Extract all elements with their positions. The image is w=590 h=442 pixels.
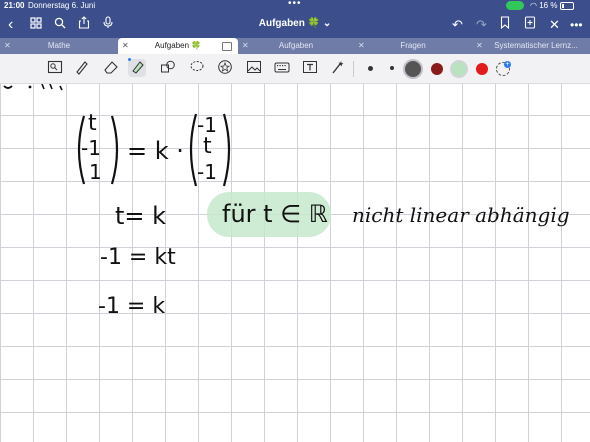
conclusion-text: nicht linear abhängig [352,203,570,227]
tab-close-icon[interactable]: ✕ [476,38,483,54]
tab-label: Aufgaben [278,41,314,50]
equation-line-1: t= k [115,202,167,230]
bookmark-icon[interactable] [500,16,510,34]
call-indicator-icon [506,1,524,10]
window-icon[interactable] [222,42,232,51]
color-green-swatch[interactable] [452,62,466,76]
shapes-icon[interactable] [159,59,177,77]
lasso-icon[interactable] [188,59,206,77]
condition-note: für t ∈ ℝ [222,200,328,228]
more-icon[interactable]: ••• [570,16,583,34]
clover-icon: 🍀 [307,18,321,29]
chevron-left-icon[interactable]: ‹ [8,16,13,34]
matrix-right-entry: -1 [197,113,217,137]
status-bar: 21:00 Donnerstag 6. Juni ••• ◠ 16 % [0,0,590,12]
document-title[interactable]: Aufgaben 🍀 ⌄ [240,18,350,29]
tab-close-icon[interactable]: ✕ [242,38,249,54]
status-date: Donnerstag 6. Juni [28,1,96,10]
equation-line-2: -1 = kt [100,245,176,270]
tab-bar: ✕ Mathe ✕ Aufgaben 🍀 ✕ Aufgaben ✕ Fragen… [0,38,590,54]
tab-fragen[interactable]: ✕ Fragen [354,38,472,54]
size-small-dot[interactable] [368,66,373,71]
multitask-dots-icon[interactable]: ••• [288,0,302,9]
tab-aufgaben[interactable]: ✕ Aufgaben [238,38,354,54]
undo-icon[interactable]: ↶ [452,16,463,34]
tab-systematischer-lernz[interactable]: ✕ Systematischer Lernz... [472,38,590,54]
chevron-down-icon: ⌄ [322,18,332,29]
keyboard-icon[interactable] [273,59,291,77]
equals-k: = k · [127,137,184,165]
grid-icon[interactable] [30,16,42,34]
highlighter-icon[interactable] [128,59,146,77]
drawing-toolbar: + [0,54,590,84]
matrix-left-entry: 1 [89,160,102,184]
tab-close-icon[interactable]: ✕ [122,38,129,54]
pen-icon[interactable] [73,59,91,77]
search-icon[interactable] [54,16,66,34]
tab-mathe[interactable]: ✕ Mathe [0,38,118,54]
share-icon[interactable] [78,16,90,34]
status-right: ◠ 16 % [530,1,588,10]
matrix-left-entry: t [88,111,97,136]
battery-percent: 16 % [539,1,558,10]
add-color-plus-icon[interactable]: + [504,61,511,68]
tab-label: Mathe [47,41,71,50]
tab-aufgaben-active[interactable]: ✕ Aufgaben 🍀 [118,38,238,54]
partial-handwriting [3,84,63,91]
image-icon[interactable] [245,59,263,77]
laser-pointer-icon[interactable] [329,59,347,77]
tab-label: Fragen [400,41,426,50]
status-time: 21:00 [4,1,25,10]
microphone-icon[interactable] [102,16,114,34]
eraser-icon[interactable] [102,59,120,77]
document-title-text: Aufgaben [258,18,305,29]
redo-icon[interactable]: ↷ [476,16,487,34]
color-gray-swatch[interactable] [405,61,421,77]
equation-line-3: -1 = k [98,294,166,319]
tab-close-icon[interactable]: ✕ [358,38,365,54]
size-tiny-dot[interactable] [390,66,394,70]
matrix-right-entry: t [203,134,212,159]
color-red-swatch[interactable] [476,63,488,75]
note-canvas[interactable]: t -1 1 = k · -1 t -1 t= k für t ∈ ℝ nich… [0,84,590,442]
matrix-left-entry: -1 [81,136,101,160]
lasso-image-icon[interactable] [46,59,64,77]
text-box-icon[interactable] [301,59,319,77]
top-toolbar: ‹ Aufgaben 🍀 ⌄ ↶ ↷ ✕ ••• [0,12,590,38]
sticker-icon[interactable] [216,59,234,77]
bluetooth-indicator-icon [128,58,131,61]
tab-label: Systematischer Lernz... [494,41,578,50]
close-icon[interactable]: ✕ [549,16,560,34]
toolbar-divider [353,61,354,77]
wifi-icon: ◠ [530,1,537,10]
matrix-right-entry: -1 [197,160,217,184]
color-dark-red-swatch[interactable] [431,63,443,75]
tab-close-icon[interactable]: ✕ [4,38,11,54]
battery-icon [559,1,574,10]
add-page-icon[interactable] [524,16,536,34]
tab-label: Aufgaben 🍀 [154,41,202,50]
